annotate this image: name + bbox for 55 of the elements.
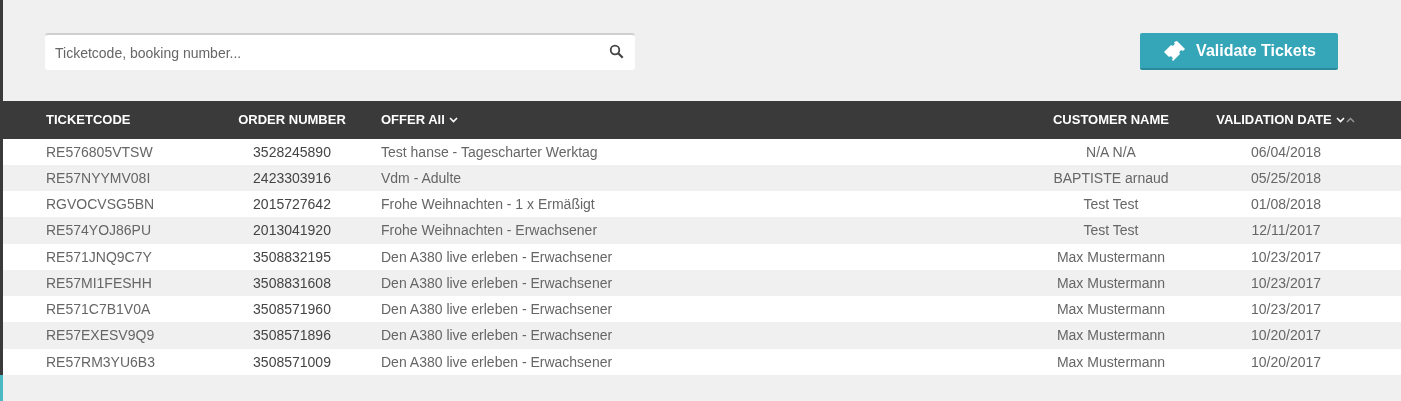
table-cell-text: N/A N/A [1085,143,1137,160]
table-cell-text: Test Test [1082,196,1140,213]
table-cell-text: RE576805VTSW [46,143,154,160]
table-cell-text: 3508571896 [252,327,332,344]
table-cell-text: RE57RM3YU6B3 [46,353,156,370]
table-cell-text: Den A380 live erleben - Erwachsener [380,353,614,370]
table-cell-text: 10/23/2017 [1249,248,1323,265]
table-cell-text: BAPTISTE arnaud [1052,169,1170,186]
table-cell-text: 10/20/2017 [1249,327,1323,344]
table-cell-text: Den A380 live erleben - Erwachsener [380,327,614,344]
search-icon[interactable] [609,44,624,59]
table-cell-text: Den A380 live erleben - Erwachsener [380,248,614,265]
table-cell-text: Max Mustermann [1055,353,1167,370]
table-cell-text: RE571JNQ9C7Y [46,248,153,265]
table-cell-text: 3508571009 [252,353,332,370]
table-cell-text: 10/23/2017 [1249,301,1323,318]
column-header[interactable]: VALIDATION DATE [1191,112,1381,128]
table-cell-text: Frohe Weihnachten - 1 x Ermäßigt [380,196,596,213]
table-cell-text: 3508831608 [252,274,332,291]
table-cell-text: RGVOCVSG5BN [46,196,156,213]
table-cell-text: 2015727642 [252,196,332,213]
sort-icon[interactable] [1335,116,1356,123]
table-cell-text: Max Mustermann [1055,248,1167,265]
table-cell-text: 3528245890 [252,143,332,160]
table-cell-text: Frohe Weihnachten - Erwachsener [380,222,599,239]
column-header[interactable]: OFFER All [348,112,1031,128]
table-cell-text: 05/25/2018 [1249,169,1323,186]
table-cell-text: Max Mustermann [1055,274,1167,291]
table-cell-text: 06/04/2018 [1249,143,1323,160]
table-cell-text: RE574YOJ86PU [46,222,153,239]
table-cell-text: 3508832195 [252,248,332,265]
table-cell-text: 01/08/2018 [1249,196,1323,213]
table-cell-text: 3508571960 [252,301,332,318]
column-header[interactable]: CUSTOMER NAME [1031,112,1191,128]
table-cell-text: 2013041920 [252,222,332,239]
table-cell-text: Vdm - Adulte [380,169,463,186]
table-cell-text: RE57NYYMV08I [46,169,152,186]
table-cell-text: 2423303916 [252,169,332,186]
table-cell-text: Test Test [1082,222,1140,239]
ticket-icon [1162,39,1187,62]
search-field[interactable]: Ticketcode, booking number... [45,33,635,70]
table-cell-text: 10/23/2017 [1249,274,1323,291]
table-cell-text: 12/11/2017 [1250,222,1322,239]
table-cell-text: Max Mustermann [1055,327,1167,344]
column-header[interactable]: ORDER NUMBER [236,112,348,128]
table-cell-text: Den A380 live erleben - Erwachsener [380,301,614,318]
chevron-down-icon[interactable] [448,116,458,123]
table-cell-text: 10/20/2017 [1249,353,1323,370]
column-header[interactable]: TICKETCODE [46,112,236,128]
table-cell-text: Max Mustermann [1055,301,1167,318]
table-cell-text: Den A380 live erleben - Erwachsener [380,274,614,291]
table-cell-text: RE57MI1FESHH [46,274,153,291]
table-cell-text: Test hanse - Tagescharter Werktag [380,143,599,160]
table-cell-text: RE57EXESV9Q9 [46,327,156,344]
table-cell-text: RE571C7B1V0A [46,301,152,318]
